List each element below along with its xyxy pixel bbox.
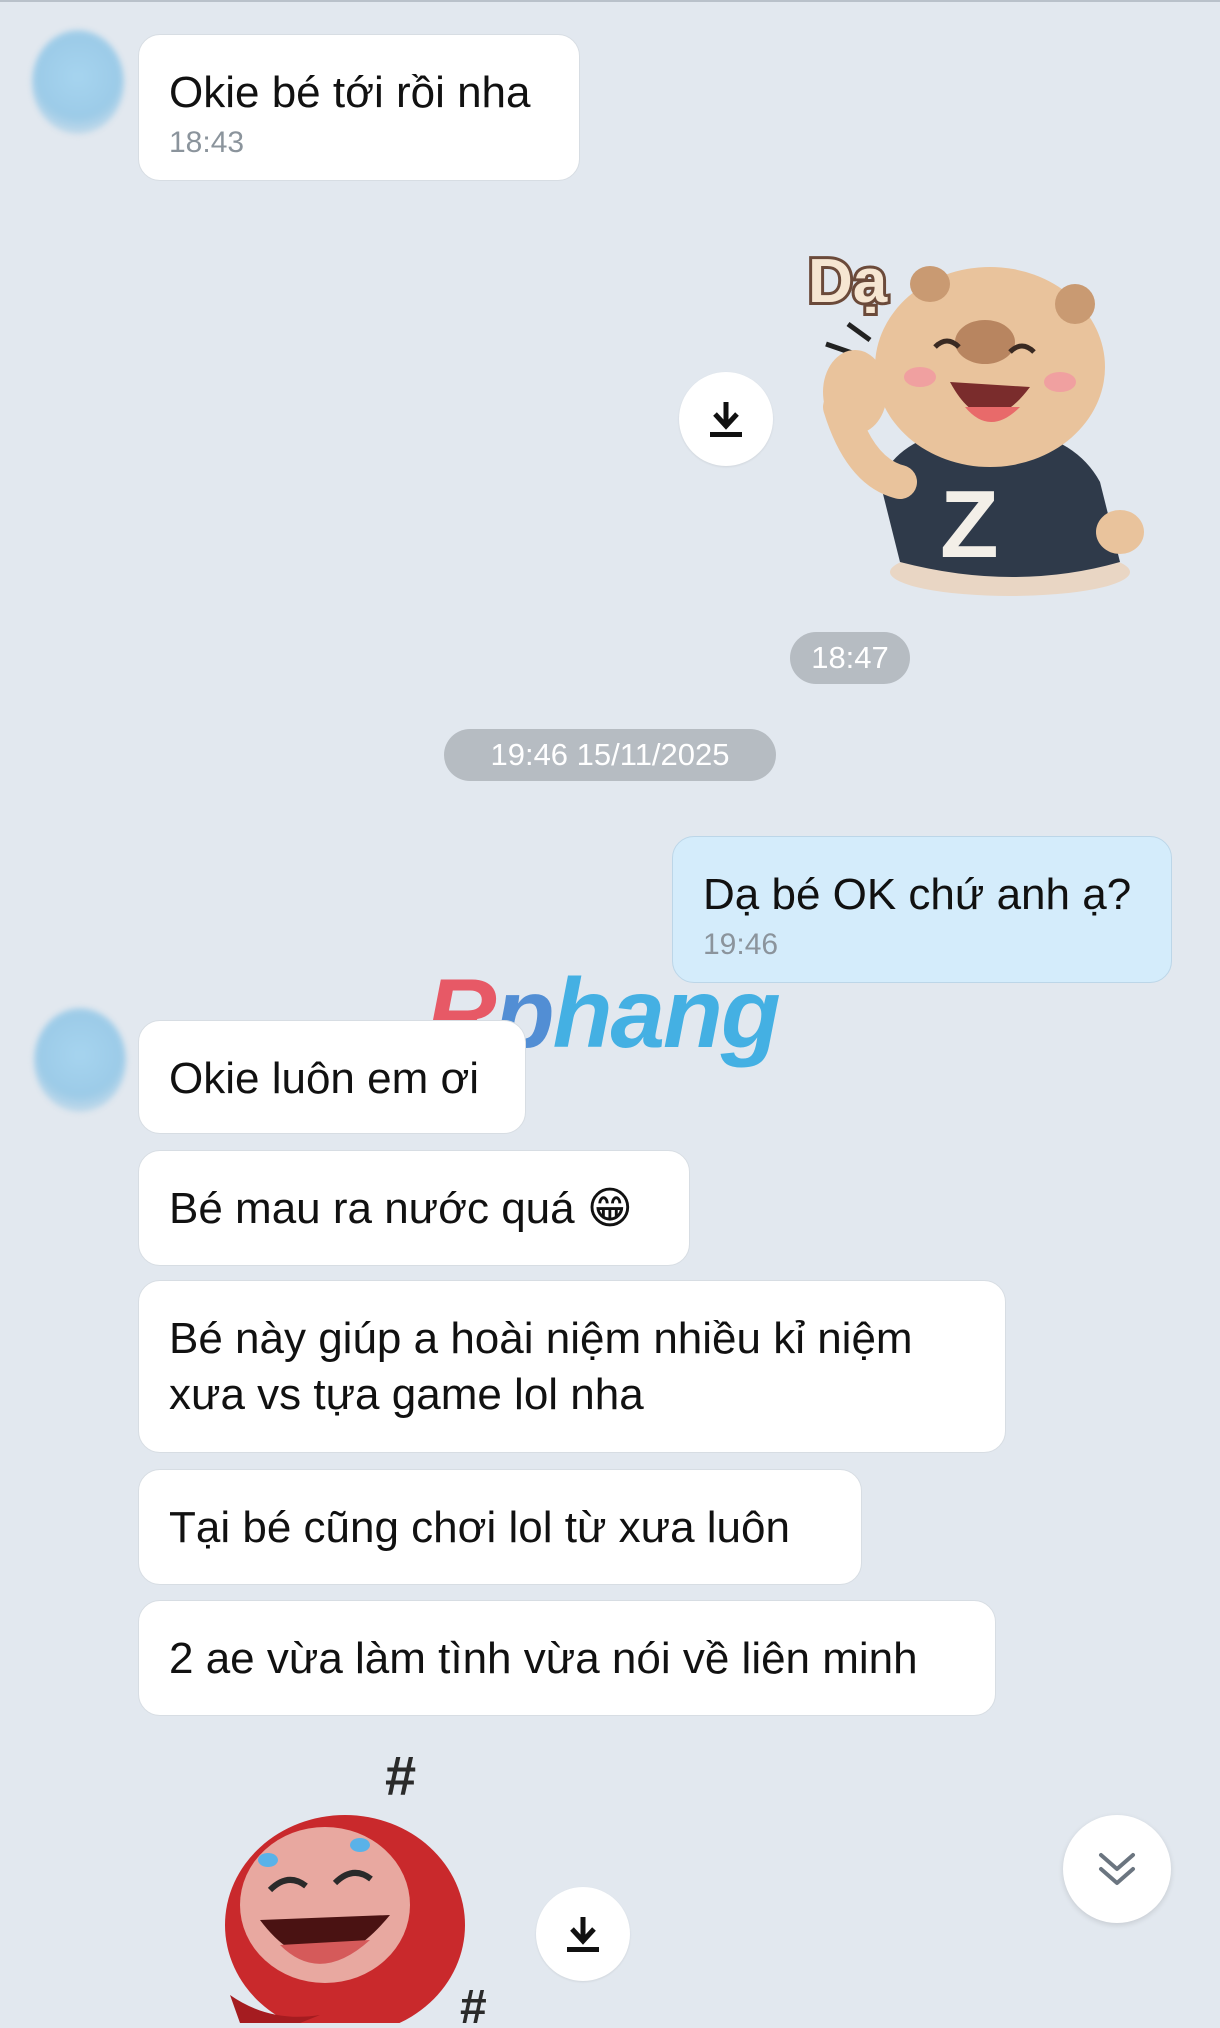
message-bubble-incoming[interactable]: Okie bé tới rồi nha 18:43	[138, 34, 580, 181]
message-bubble-incoming[interactable]: Okie luôn em ơi	[138, 1020, 526, 1134]
message-text: Bé mau ra nước quá 😁	[169, 1184, 633, 1233]
message-text: Okie bé tới rồi nha	[169, 68, 531, 117]
message-text: 2 ae vừa làm tình vừa nói về liên minh	[169, 1634, 918, 1683]
message-text: Okie luôn em ơi	[169, 1054, 480, 1103]
contact-avatar[interactable]	[34, 1008, 126, 1112]
message-text: Tại bé cũng chơi lol từ xưa luôn	[169, 1503, 790, 1552]
top-divider	[0, 0, 1220, 2]
sticker-shirt-letter: Z	[940, 471, 999, 578]
date-separator: 19:46 15/11/2025	[444, 729, 776, 781]
message-bubble-incoming[interactable]: 2 ae vừa làm tình vừa nói về liên minh	[138, 1600, 996, 1716]
message-text-line: xưa vs tựa game lol nha	[169, 1370, 644, 1419]
capybara-sticker[interactable]: Dạ Z	[800, 232, 1170, 612]
message-bubble-incoming[interactable]: Tại bé cũng chơi lol từ xưa luôn	[138, 1469, 862, 1585]
sticker-caption: Dạ	[808, 247, 888, 316]
angry-sticker[interactable]: # #	[210, 1744, 530, 2028]
message-bubble-incoming[interactable]: Bé mau ra nước quá 😁	[138, 1150, 690, 1266]
download-icon	[710, 402, 742, 437]
sticker-time: 18:47	[790, 632, 910, 684]
message-time: 18:43	[169, 126, 245, 159]
sticker-symbol: #	[460, 1981, 487, 2023]
download-button[interactable]	[679, 372, 773, 466]
message-text: Dạ bé OK chứ anh ạ?	[703, 870, 1132, 919]
message-bubble-incoming[interactable]: Bé này giúp a hoài niệm nhiều kỉ niệm xư…	[138, 1280, 1006, 1453]
double-chevron-down-icon	[1099, 1853, 1135, 1885]
contact-avatar[interactable]	[32, 30, 124, 134]
sticker-symbol: #	[385, 1745, 416, 1807]
message-text-line: Bé này giúp a hoài niệm nhiều kỉ niệm	[169, 1314, 913, 1363]
scroll-to-bottom-button[interactable]	[1063, 1815, 1171, 1923]
download-icon	[567, 1917, 599, 1952]
download-button[interactable]	[536, 1887, 630, 1981]
